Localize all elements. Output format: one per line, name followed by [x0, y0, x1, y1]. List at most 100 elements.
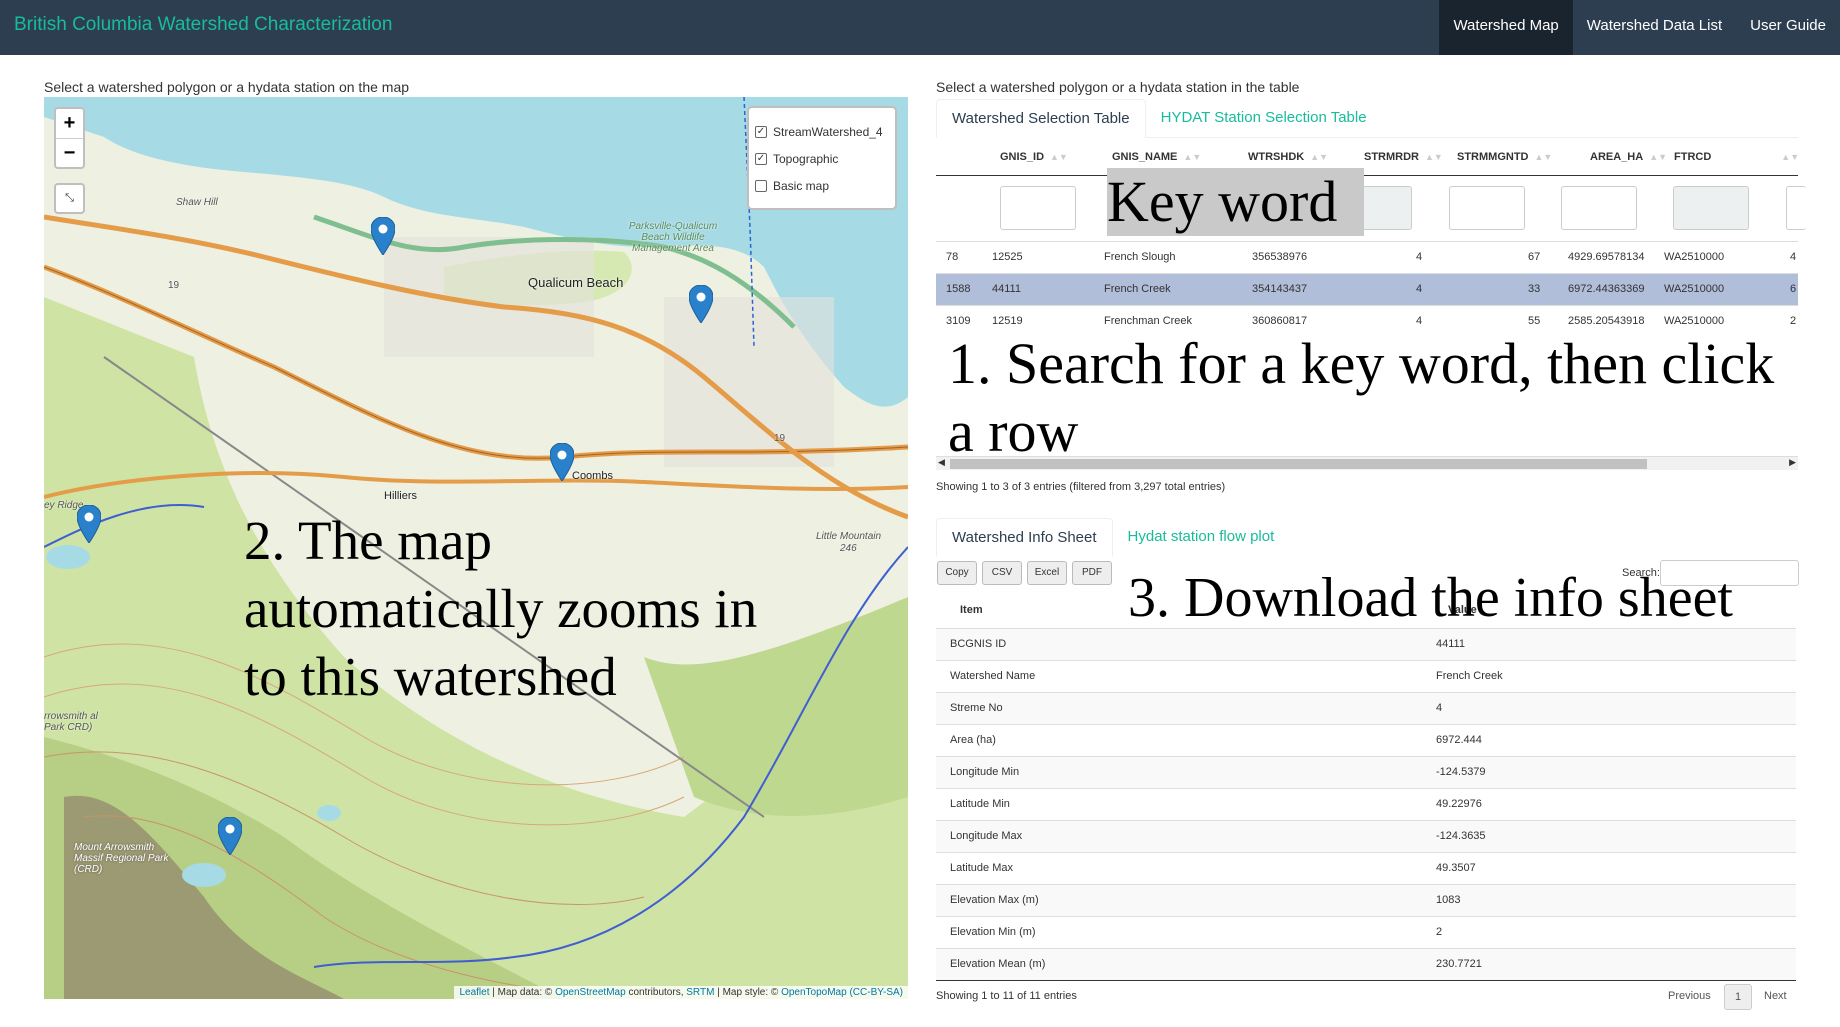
scrollbar-thumb[interactable] — [950, 459, 1647, 469]
checkbox-icon[interactable] — [755, 179, 767, 192]
map-caption: Select a watershed polygon or a hydata s… — [44, 79, 410, 95]
nav-watershed-data-list[interactable]: Watershed Data List — [1573, 0, 1736, 55]
nav-watershed-map[interactable]: Watershed Map — [1439, 0, 1573, 55]
info-value: 49.22976 — [1436, 798, 1482, 810]
opentopomap-link[interactable]: OpenTopoMap — [781, 987, 847, 998]
map-marker-icon[interactable] — [371, 217, 395, 255]
layer-basic-map[interactable]: Basic map — [755, 172, 889, 199]
keyword-search-input[interactable]: Key word — [1107, 168, 1364, 236]
sort-icon: ▲▼ — [1310, 152, 1329, 162]
col-gnis-name[interactable]: GNIS_NAME ▲▼ — [1112, 151, 1201, 163]
sort-icon: ▲▼ — [1781, 152, 1800, 162]
col-area-ha[interactable]: AREA_HA ▲▼ — [1590, 151, 1667, 163]
col-strmmgntd[interactable]: STRMMGNTD ▲▼ — [1457, 151, 1552, 163]
copy-button[interactable]: Copy — [937, 561, 977, 585]
info-item: Streme No — [950, 702, 1003, 714]
highway-label: 19 — [168, 280, 180, 291]
map-marker-icon[interactable] — [77, 505, 101, 543]
srtm-link[interactable]: SRTM — [686, 987, 714, 998]
info-item: Elevation Max (m) — [950, 894, 1039, 906]
sort-icon: ▲▼ — [1183, 152, 1202, 162]
table-row[interactable]: 78 12525 French Slough 356538976 4 67 49… — [936, 241, 1798, 273]
previous-button[interactable]: Previous — [1668, 990, 1711, 1002]
place-label: Hilliers — [384, 490, 417, 502]
excel-button[interactable]: Excel — [1027, 561, 1067, 585]
col-wtrshdk[interactable]: WTRSHDK ▲▼ — [1248, 151, 1328, 163]
filter-area-ha[interactable] — [1561, 186, 1637, 230]
page-1-button[interactable]: 1 — [1724, 984, 1752, 1010]
checkbox-icon[interactable]: ✓ — [755, 152, 767, 165]
tab-hydat-selection[interactable]: HYDAT Station Selection Table — [1146, 99, 1382, 137]
annotation-step2: 2. The map automatically zooms in to thi… — [244, 510, 758, 707]
info-item: Elevation Min (m) — [950, 926, 1036, 938]
info-value: 230.7721 — [1436, 958, 1482, 970]
info-value: 44111 — [1436, 638, 1465, 650]
scroll-left-icon[interactable]: ◀ — [938, 457, 945, 468]
layer-topographic[interactable]: ✓ Topographic — [755, 145, 889, 172]
filter-extra[interactable] — [1786, 186, 1806, 230]
info-table-row[interactable]: Longitude Max -124.3635 — [936, 820, 1796, 852]
place-label: Qualicum Beach — [528, 275, 624, 290]
info-item: Watershed Name — [950, 670, 1036, 682]
zoom-out-button[interactable]: − — [56, 138, 83, 167]
annotation-keyword: Key word — [1107, 169, 1338, 234]
place-label: Mount Arrowsmith Massif Regional Park (C… — [74, 842, 169, 875]
checkbox-icon[interactable]: ✓ — [755, 125, 767, 138]
sort-icon: ▲▼ — [1649, 152, 1668, 162]
pdf-button[interactable]: PDF — [1072, 561, 1112, 585]
main-nav: Watershed Map Watershed Data List User G… — [1439, 0, 1840, 55]
place-label: rrowsmith al Park CRD) — [44, 711, 98, 733]
info-col-item[interactable]: Item — [960, 604, 983, 616]
info-table-info: Showing 1 to 11 of 11 entries — [936, 990, 1077, 1002]
map-marker-icon[interactable] — [550, 443, 574, 481]
filter-strmmgntd[interactable] — [1449, 186, 1525, 230]
nav-user-guide[interactable]: User Guide — [1736, 0, 1840, 55]
info-table-row[interactable]: Longitude Min -124.5379 — [936, 756, 1796, 788]
info-table-row[interactable]: Elevation Max (m) 1083 — [936, 884, 1796, 916]
next-button[interactable]: Next — [1764, 990, 1787, 1002]
osm-link[interactable]: OpenStreetMap — [555, 987, 626, 998]
scroll-right-icon[interactable]: ▶ — [1789, 457, 1796, 468]
info-table-row[interactable]: Watershed Name French Creek — [936, 660, 1796, 692]
col-gnis-id[interactable]: GNIS_ID ▲▼ — [1000, 151, 1068, 163]
info-item: Longitude Max — [950, 830, 1023, 842]
info-table-row[interactable]: Latitude Max 49.3507 — [936, 852, 1796, 884]
filter-gnis-id[interactable] — [1000, 186, 1076, 230]
info-value: 1083 — [1436, 894, 1461, 906]
csv-button[interactable]: CSV — [982, 561, 1022, 585]
info-table-row[interactable]: Latitude Min 49.22976 — [936, 788, 1796, 820]
place-label: Shaw Hill — [176, 197, 218, 208]
tab-hydat-flow-plot[interactable]: Hydat station flow plot — [1113, 518, 1290, 556]
info-table-row[interactable]: Elevation Min (m) 2 — [936, 916, 1796, 948]
map-attribution: Leaflet | Map data: © OpenStreetMap cont… — [454, 986, 908, 999]
horizontal-scrollbar[interactable]: ◀ ▶ — [936, 456, 1798, 470]
fullscreen-button[interactable]: ⤡ — [54, 183, 85, 214]
info-table-bottom — [936, 980, 1796, 981]
info-table-row[interactable]: Area (ha) 6972.444 — [936, 724, 1796, 756]
tab-watershed-info[interactable]: Watershed Info Sheet — [936, 518, 1113, 557]
place-label: 246 — [840, 543, 857, 554]
license-link[interactable]: (CC-BY-SA) — [849, 987, 903, 998]
col-ftrcd[interactable]: FTRCD ▲▼ — [1674, 151, 1799, 163]
info-table-row[interactable]: BCGNIS ID 44111 — [936, 628, 1796, 660]
sort-icon: ▲▼ — [1425, 152, 1443, 162]
info-item: Latitude Min — [950, 798, 1010, 810]
table-row-selected[interactable]: 1588 44111 French Creek 354143437 4 33 6… — [936, 273, 1798, 305]
info-item: Area (ha) — [950, 734, 996, 746]
zoom-in-button[interactable]: + — [56, 109, 83, 138]
highway-label: 19 — [774, 433, 786, 444]
info-table-row[interactable]: Streme No 4 — [936, 692, 1796, 724]
filter-ftrcd[interactable] — [1673, 186, 1749, 230]
map-marker-icon[interactable] — [689, 285, 713, 323]
info-table-row[interactable]: Elevation Mean (m) 230.7721 — [936, 948, 1796, 980]
leaflet-link[interactable]: Leaflet — [459, 987, 489, 998]
info-value: 6972.444 — [1436, 734, 1482, 746]
app-title[interactable]: British Columbia Watershed Characterizat… — [14, 14, 392, 36]
place-label: Little Mountain — [816, 531, 882, 542]
layer-streamwatershed[interactable]: ✓ StreamWatershed_4 — [755, 118, 889, 145]
map-marker-icon[interactable] — [218, 817, 242, 855]
tab-watershed-selection[interactable]: Watershed Selection Table — [936, 99, 1146, 138]
col-strmrdr[interactable]: STRMRDR ▲▼ — [1364, 151, 1443, 163]
watershed-map[interactable]: + − ⤡ ✓ StreamWatershed_4 ✓ Topographic Ba… — [44, 97, 908, 999]
info-item: Elevation Mean (m) — [950, 958, 1046, 970]
